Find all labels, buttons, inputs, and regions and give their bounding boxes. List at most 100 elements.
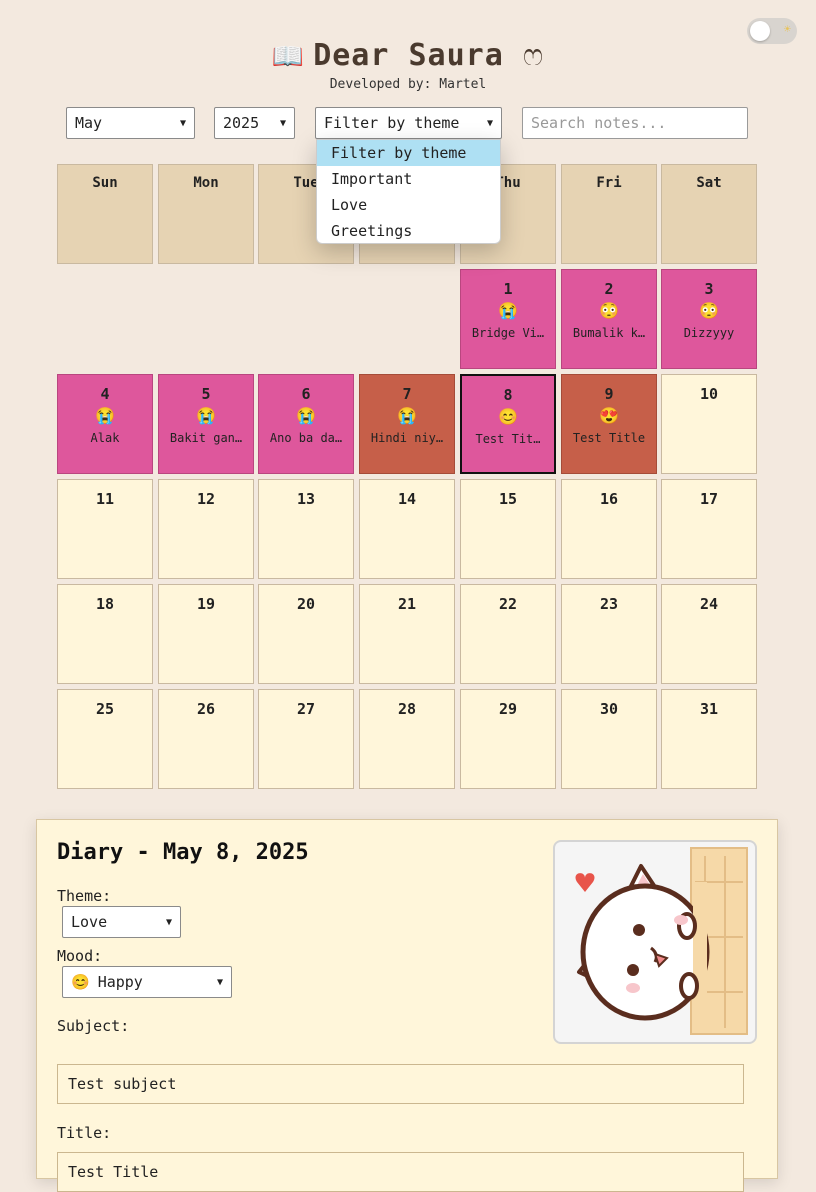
calendar-day-21[interactable]: 21 [359,584,455,684]
mood-emoji-icon: 😭 [296,406,316,425]
day-number: 11 [95,490,115,508]
day-number: 24 [699,595,719,613]
entry-title: Test Tit… [475,432,541,446]
day-number: 31 [699,700,719,718]
chevron-down-icon: ▼ [279,117,286,129]
theme-filter-select[interactable]: Filter by theme ▼ [315,107,502,139]
cat-peeking-icon [575,847,748,1035]
diary-theme-value: Love [71,913,108,931]
calendar-day-27[interactable]: 27 [258,689,354,789]
diary-panel: Diary - May 8, 2025 Theme: Love ▼ Mood: … [36,819,778,1192]
calendar-day-1[interactable]: 1 😭 Bridge Vi… [460,269,556,369]
day-number: 29 [498,700,518,718]
year-select-value: 2025 [223,114,260,132]
day-number: 9 [604,385,614,403]
calendar-day-7[interactable]: 7 😭 Hindi niy… [359,374,455,474]
calendar-day-25[interactable]: 25 [57,689,153,789]
day-number: 23 [599,595,619,613]
calendar-day-30[interactable]: 30 [561,689,657,789]
day-number: 27 [296,700,316,718]
day-number: 25 [95,700,115,718]
calendar-day-14[interactable]: 14 [359,479,455,579]
calendar-day-22[interactable]: 22 [460,584,556,684]
filter-option-greetings[interactable]: Greetings [317,218,500,243]
book-icon: 📖 [271,42,306,72]
day-number: 13 [296,490,316,508]
calendar-day-13[interactable]: 13 [258,479,354,579]
entry-title: Ano ba da… [269,431,343,445]
mood-emoji-icon: 😍 [599,406,619,425]
day-number: 18 [95,595,115,613]
calendar-day-2[interactable]: 2 😳 Bumalik k… [561,269,657,369]
day-number: 1 [503,280,513,298]
theme-filter-dropdown: Filter by theme Important Love Greetings [316,139,501,244]
app-subtitle: Developed by: Martel [329,77,487,92]
calendar-day-28[interactable]: 28 [359,689,455,789]
filter-option-important[interactable]: Important [317,166,500,192]
weekday-header-mon: Mon [158,164,254,264]
filter-option-love[interactable]: Love [317,192,500,218]
diary-mood-value: Happy [97,973,143,991]
calendar-day-24[interactable]: 24 [661,584,757,684]
diary-mood-select[interactable]: 😊 Happy ▼ [62,966,232,998]
calendar-day-3[interactable]: 3 😳 Dizzyyy [661,269,757,369]
chevron-down-icon: ▼ [179,117,186,129]
app-header: 📖 Dear Saura ෆ Developed by: Martel [0,36,816,92]
calendar-day-4[interactable]: 4 😭 Alak [57,374,153,474]
mood-emoji-icon: 😊 [498,407,518,426]
day-number: 15 [498,490,518,508]
day-number: 10 [699,385,719,403]
month-select[interactable]: May ▼ [66,107,195,139]
day-number: 20 [296,595,316,613]
mood-emoji-icon: 😭 [397,406,417,425]
mood-emoji-icon: 😭 [498,301,518,320]
day-number: 5 [201,385,211,403]
calendar-day-18[interactable]: 18 [57,584,153,684]
weekday-header-fri: Fri [561,164,657,264]
subject-input[interactable]: Test subject [57,1064,744,1104]
diary-theme-select[interactable]: Love ▼ [62,906,181,938]
calendar-day-31[interactable]: 31 [661,689,757,789]
day-number: 28 [397,700,417,718]
calendar-day-17[interactable]: 17 [661,479,757,579]
calendar-day-19[interactable]: 19 [158,584,254,684]
subject-value: Test subject [68,1075,177,1093]
day-number: 3 [704,280,714,298]
app-title: 📖 Dear Saura ෆ [0,36,816,77]
diary-heading: Diary - May 8, 2025 [57,840,309,865]
theme-label: Theme: [57,887,112,905]
calendar-day-20[interactable]: 20 [258,584,354,684]
entry-title: Bridge Vi… [471,326,545,340]
subject-label: Subject: [57,1017,130,1035]
calendar-day-5[interactable]: 5 😭 Bakit gan… [158,374,254,474]
calendar-day-29[interactable]: 29 [460,689,556,789]
day-number: 30 [599,700,619,718]
calendar-day-11[interactable]: 11 [57,479,153,579]
theme-filter-value: Filter by theme [324,114,460,132]
mood-label: Mood: [57,947,103,965]
search-input[interactable]: Search notes... [522,107,748,139]
calendar-day-15[interactable]: 15 [460,479,556,579]
day-number: 21 [397,595,417,613]
mood-emoji-icon: 😊 [71,973,90,991]
calendar-day-12[interactable]: 12 [158,479,254,579]
entry-title: Alak [90,431,120,445]
day-number: 12 [196,490,216,508]
chevron-down-icon: ▼ [216,976,223,988]
title-input[interactable]: Test Title [57,1152,744,1192]
calendar-day-26[interactable]: 26 [158,689,254,789]
calendar-day-8[interactable]: 8 😊 Test Tit… [460,374,556,474]
filter-option-filter-by-theme[interactable]: Filter by theme [317,140,500,166]
chevron-down-icon: ▼ [165,916,172,928]
entry-title: Hindi niy… [370,431,444,445]
day-number: 19 [196,595,216,613]
calendar-day-16[interactable]: 16 [561,479,657,579]
calendar-day-10[interactable]: 10 [661,374,757,474]
calendar-day-9[interactable]: 9 😍 Test Title [561,374,657,474]
entry-title: Bumalik k… [572,326,646,340]
year-select[interactable]: 2025 ▼ [214,107,295,139]
day-number: 26 [196,700,216,718]
cat-sticker [553,840,757,1044]
calendar-day-23[interactable]: 23 [561,584,657,684]
calendar-day-6[interactable]: 6 😭 Ano ba da… [258,374,354,474]
